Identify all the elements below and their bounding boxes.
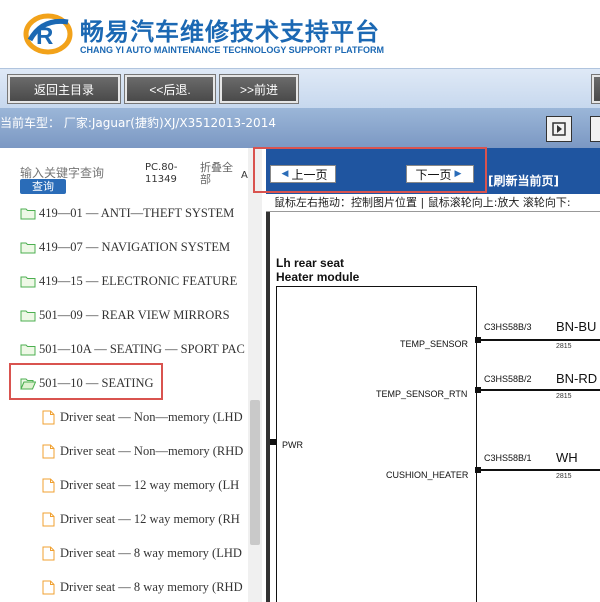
tree-item-label: Driver seat — Non—memory (RHD (60, 443, 244, 458)
refresh-page-link[interactable]: [刷新当前页] (488, 172, 559, 189)
wiring-diagram[interactable]: Lh rear seat Heater module TEMP_SENSOR T… (266, 212, 600, 602)
folder-icon (20, 208, 36, 219)
pin-marker (270, 439, 276, 445)
tree-item-doc[interactable]: Driver seat — 8 way memory (LHD (42, 542, 248, 564)
tree-item-label: 419—07 — NAVIGATION SYSTEM (39, 239, 231, 254)
panel-toggle-button[interactable] (546, 116, 572, 142)
pin-temp-sensor: TEMP_SENSOR (400, 339, 469, 349)
play-right-icon (552, 122, 566, 136)
tree-item[interactable]: 419—07 — NAVIGATION SYSTEM (20, 236, 248, 258)
brand-title: 畅易汽车维修技术支持平台 (80, 18, 380, 46)
pin-temp-sensor-rtn: TEMP_SENSOR_RTN (376, 389, 468, 399)
pc-label: PC.80-11349 (145, 162, 178, 185)
toolbar-edge-button[interactable] (591, 74, 600, 104)
svg-text:R: R (36, 23, 53, 50)
tree-item-label: 419—01 — ANTI—THEFT SYSTEM (39, 205, 235, 220)
search-button[interactable]: 查询 (20, 179, 66, 194)
collapse-all-link[interactable]: 折叠全部 (200, 162, 240, 186)
tree-item-doc[interactable]: Driver seat — 12 way memory (RH (42, 508, 248, 530)
tree-item-label: Driver seat — 12 way memory (LH (60, 477, 240, 492)
tree-item[interactable]: 501—10A — SEATING — SPORT PAC (20, 338, 248, 360)
wire-line (479, 339, 600, 341)
tree-view: 419—01 — ANTI—THEFT SYSTEM 419—07 — NAVI… (0, 198, 248, 602)
viewer-hint: 鼠标左右拖动：控制图片位置 | 鼠标滚轮向上:放大 滚轮向下: (266, 194, 600, 212)
document-icon (42, 580, 55, 594)
document-icon (42, 546, 55, 560)
current-vehicle-text: 当前车型： 厂家:Jaguar(捷豹)XJ/X3512013-2014 (0, 116, 276, 130)
wire-number: 2815 (556, 473, 572, 480)
folder-icon (20, 344, 36, 355)
logo-icon: R (23, 13, 73, 55)
tree-item[interactable]: 501—09 — REAR VIEW MIRRORS (20, 304, 248, 326)
document-icon (42, 478, 55, 492)
module-title-line1: Lh rear seat (276, 256, 345, 270)
left-scrollbar-thumb[interactable] (250, 400, 260, 545)
folder-icon (20, 310, 36, 321)
tree-item-label: Driver seat — Non—memory (LHD (60, 409, 243, 424)
tree-item-doc[interactable]: Driver seat — 8 way memory (RHD (42, 576, 248, 598)
wire-number: 2815 (556, 393, 572, 400)
current-vehicle-bar: 当前车型： 厂家:Jaguar(捷豹)XJ/X3512013-2014 (0, 108, 600, 148)
module-title-line2: Heater module (276, 270, 360, 284)
forward-button[interactable]: >>前进 (219, 74, 299, 104)
document-icon (42, 512, 55, 526)
document-icon (42, 444, 55, 458)
wire-line (479, 389, 600, 391)
document-viewer: ◀ 上一页 下一页 ▶ [刷新当前页] 鼠标左右拖动：控制图片位置 | 鼠标滚轮… (266, 148, 600, 602)
wire-color-label: BN-RD (556, 371, 598, 386)
pin-cushion-heater: CUSHION_HEATER (386, 470, 469, 480)
app-header: R 畅易汽车维修技术支持平台 CHANG YI AUTO MAINTENANCE… (0, 0, 600, 68)
diagram-border-line (266, 212, 270, 602)
tree-item-doc[interactable]: Driver seat — Non—memory (LHD (42, 406, 248, 428)
a-label: A (241, 170, 248, 181)
wire-line (479, 469, 600, 471)
connector-label: C3HS58B/1 (484, 453, 532, 463)
document-icon (42, 410, 55, 424)
tree-item-label: 419—15 — ELECTRONIC FEATURE (39, 273, 238, 288)
panel-extra-button[interactable] (590, 116, 600, 142)
tree-item-label: 501—10A — SEATING — SPORT PAC (39, 341, 245, 356)
tree-item[interactable]: 419—15 — ELECTRONIC FEATURE (20, 270, 248, 292)
highlight-box-seating (9, 363, 163, 400)
tree-item-doc[interactable]: Driver seat — Non—memory (RHD (42, 440, 248, 462)
tree-item-doc[interactable]: Driver seat — 12 way memory (LH (42, 474, 248, 496)
connector-label: C3HS58B/2 (484, 374, 532, 384)
wire-color-label: WH (556, 450, 578, 465)
wire-number: 2815 (556, 343, 572, 350)
tree-item-label: 501—09 — REAR VIEW MIRRORS (39, 307, 230, 322)
tree-item-label: Driver seat — 8 way memory (RHD (60, 579, 243, 594)
tree-item-label: Driver seat — 12 way memory (RH (60, 511, 240, 526)
folder-icon (20, 276, 36, 287)
toolbar: 返回主目录 <<后退. >>前进 (0, 68, 600, 108)
module-title: Lh rear seat Heater module (276, 256, 359, 284)
back-button[interactable]: <<后退. (124, 74, 216, 104)
module-box (276, 286, 477, 602)
wire-color-label: BN-BU (556, 319, 597, 334)
tree-item[interactable]: 419—01 — ANTI—THEFT SYSTEM (20, 202, 248, 224)
connector-label: C3HS58B/3 (484, 322, 532, 332)
highlight-box-nav (253, 147, 487, 193)
search-row: 查询 PC.80-11349 折叠全部 A (0, 148, 262, 198)
tree-item-label: Driver seat — 8 way memory (LHD (60, 545, 242, 560)
folder-icon (20, 242, 36, 253)
pin-pwr: PWR (282, 440, 303, 450)
brand-subtitle: CHANG YI AUTO MAINTENANCE TECHNOLOGY SUP… (80, 45, 385, 55)
home-button[interactable]: 返回主目录 (7, 74, 121, 104)
